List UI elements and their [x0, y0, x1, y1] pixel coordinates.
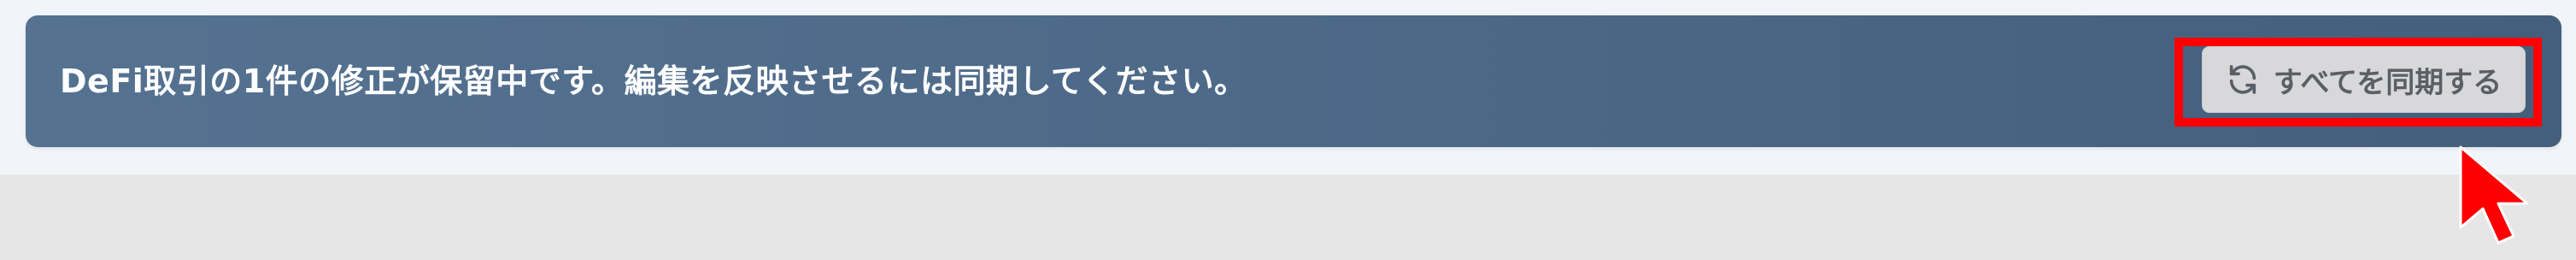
sync-all-button-label: すべてを同期する — [2273, 65, 2503, 100]
sync-all-button[interactable]: すべてを同期する — [2202, 46, 2526, 113]
cursor-arrow-icon — [2457, 144, 2543, 245]
banner-message: DeFi取引の1件の修正が保留中です。編集を反映させるには同期してください。 — [60, 62, 1247, 100]
refresh-icon — [2226, 62, 2260, 97]
